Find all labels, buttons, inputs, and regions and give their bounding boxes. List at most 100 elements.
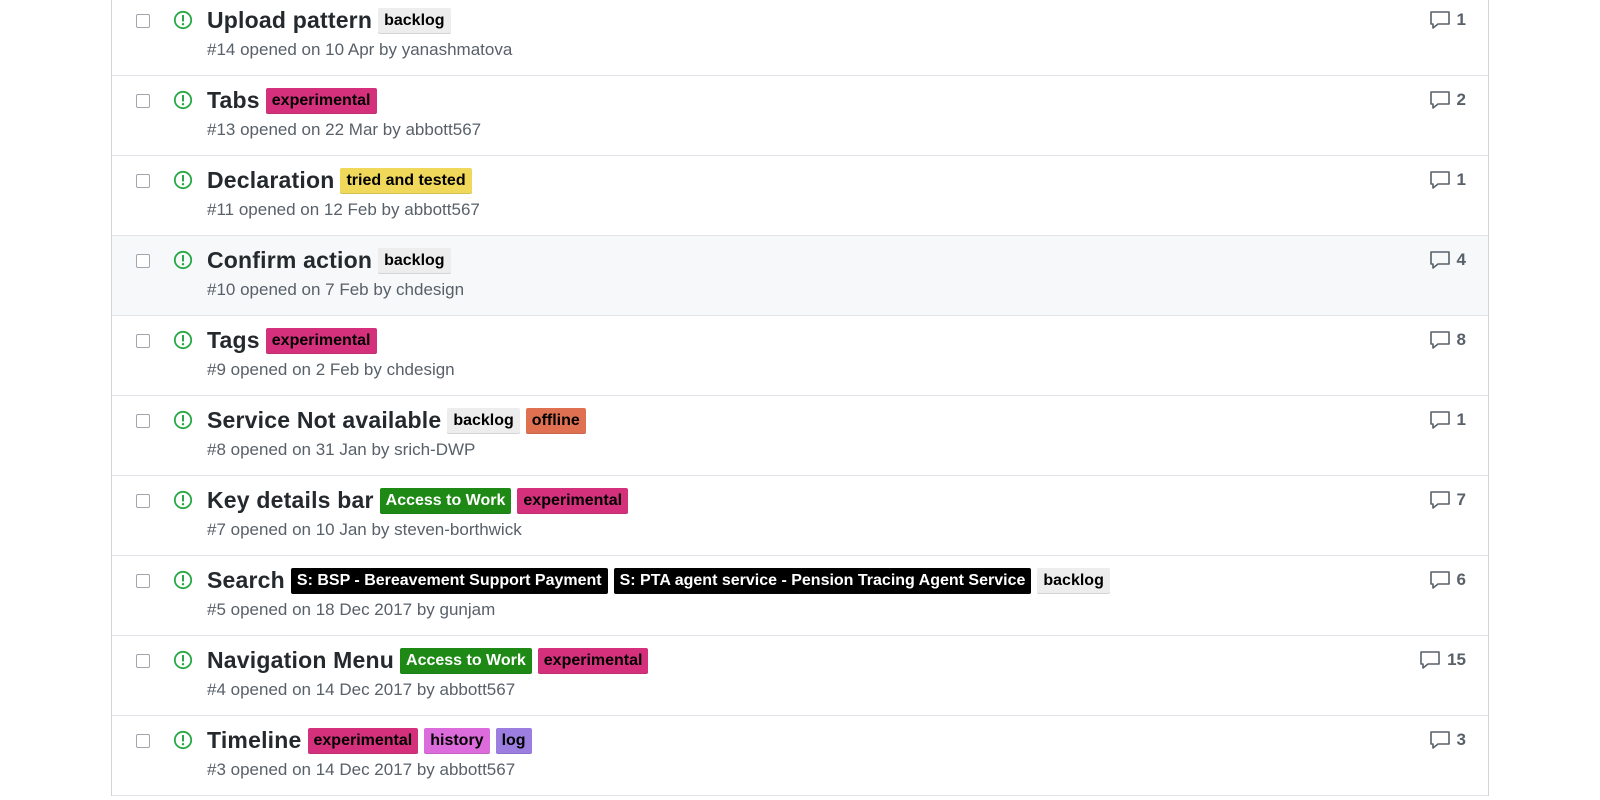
- comments-link[interactable]: 1: [1429, 170, 1466, 190]
- issue-title-link[interactable]: Search: [207, 567, 285, 594]
- issue-opened-icon: [173, 650, 193, 670]
- issue-title-line: Navigation Menu Access to Work experimenta…: [207, 647, 654, 674]
- label-backlog[interactable]: backlog: [378, 7, 451, 34]
- label-backlog[interactable]: backlog: [447, 407, 520, 434]
- issue-title-link[interactable]: Declaration: [207, 167, 334, 194]
- issue-meta: #8 opened on 31 Jan by srich-DWP: [207, 440, 476, 459]
- label-experimental[interactable]: experimental: [537, 647, 649, 674]
- comments-link[interactable]: 6: [1429, 570, 1466, 590]
- comment-icon: [1429, 571, 1450, 589]
- issue-row[interactable]: Declaration tried and tested #11 opened on…: [112, 156, 1488, 236]
- label-tried-and-tested[interactable]: tried and tested: [340, 167, 472, 194]
- issue-title-link[interactable]: Navigation Menu: [207, 647, 394, 674]
- issue-checkbox[interactable]: [136, 334, 150, 348]
- label-backlog[interactable]: backlog: [378, 247, 451, 274]
- issue-title-line: Tabs experimental: [207, 87, 383, 114]
- issue-checkbox[interactable]: [136, 494, 150, 508]
- issue-meta: #10 opened on 7 Feb by chdesign: [207, 280, 465, 299]
- label-offline[interactable]: offline: [525, 407, 586, 434]
- issue-title-link[interactable]: Timeline: [207, 727, 302, 754]
- comments-link[interactable]: 15: [1419, 650, 1466, 670]
- label-s-bsp-bereavement-support-payment[interactable]: S: BSP - Bereavement Support Payment: [290, 567, 608, 594]
- label-experimental[interactable]: experimental: [265, 87, 377, 114]
- comment-count: 7: [1456, 490, 1466, 509]
- issue-meta: #9 opened on 2 Feb by chdesign: [207, 360, 455, 379]
- comment-count: 1: [1456, 10, 1466, 29]
- issue-checkbox[interactable]: [136, 414, 150, 428]
- issue-title-link[interactable]: Service Not available: [207, 407, 441, 434]
- comments-link[interactable]: 8: [1429, 330, 1466, 350]
- comment-icon: [1429, 731, 1450, 749]
- comment-count: 4: [1456, 250, 1466, 269]
- comment-count: 8: [1456, 330, 1466, 349]
- issue-title-line: Key details bar Access to Work experimenta…: [207, 487, 634, 514]
- issue-row[interactable]: Upload pattern backlog #14 opened on 10 Ap…: [112, 0, 1488, 76]
- issue-row[interactable]: Tags experimental #9 opened on 2 Feb by ch…: [112, 316, 1488, 396]
- label-s-pta-agent-service-pension-tracing-agent-service[interactable]: S: PTA agent service - Pension Tracing A…: [613, 567, 1032, 594]
- issue-row[interactable]: Timeline experimental history log #3 opened …: [112, 716, 1488, 796]
- issue-checkbox[interactable]: [136, 94, 150, 108]
- comments-link[interactable]: 7: [1429, 490, 1466, 510]
- issue-opened-icon: [173, 90, 193, 110]
- comment-count: 1: [1456, 410, 1466, 429]
- issue-row[interactable]: Navigation Menu Access to Work experimenta…: [112, 636, 1488, 716]
- issue-row[interactable]: Key details bar Access to Work experimenta…: [112, 476, 1488, 556]
- issue-opened-icon: [173, 570, 193, 590]
- issue-title-link[interactable]: Tabs: [207, 87, 260, 114]
- comment-icon: [1429, 171, 1450, 189]
- issue-title-link[interactable]: Tags: [207, 327, 260, 354]
- issue-checkbox[interactable]: [136, 574, 150, 588]
- issue-title-line: Tags experimental: [207, 327, 383, 354]
- label-access-to-work[interactable]: Access to Work: [400, 647, 532, 674]
- comment-icon: [1429, 91, 1450, 109]
- comments-link[interactable]: 3: [1429, 730, 1466, 750]
- issue-title-line: Confirm action backlog: [207, 247, 457, 274]
- comment-count: 2: [1456, 90, 1466, 109]
- comment-count: 6: [1456, 570, 1466, 589]
- issue-checkbox[interactable]: [136, 654, 150, 668]
- issue-row[interactable]: Tabs experimental #13 opened on 22 Mar by …: [112, 76, 1488, 156]
- label-experimental[interactable]: experimental: [265, 327, 377, 354]
- issue-list: Upload pattern backlog #14 opened on 10 Ap…: [111, 0, 1489, 796]
- issue-opened-icon: [173, 170, 193, 190]
- label-backlog[interactable]: backlog: [1037, 567, 1110, 594]
- issue-meta: #7 opened on 10 Jan by steven-borthwick: [207, 520, 522, 539]
- label-experimental[interactable]: experimental: [517, 487, 629, 514]
- issue-meta: #4 opened on 14 Dec 2017 by abbott567: [207, 680, 516, 699]
- issue-title-line: Timeline experimental history log: [207, 727, 538, 754]
- issue-title-link[interactable]: Key details bar: [207, 487, 374, 514]
- issue-title-line: Search S: BSP - Bereavement Support Payme…: [207, 567, 1116, 594]
- label-history[interactable]: history: [424, 727, 490, 754]
- label-experimental[interactable]: experimental: [307, 727, 419, 754]
- issue-checkbox[interactable]: [136, 14, 150, 28]
- comment-icon: [1429, 11, 1450, 29]
- issue-row[interactable]: Confirm action backlog #10 opened on 7 Feb…: [112, 236, 1488, 316]
- issue-checkbox[interactable]: [136, 734, 150, 748]
- issue-opened-icon: [173, 410, 193, 430]
- issue-title-line: Upload pattern backlog: [207, 7, 457, 34]
- comments-link[interactable]: 2: [1429, 90, 1466, 110]
- issue-opened-icon: [173, 330, 193, 350]
- comment-count: 15: [1447, 650, 1466, 669]
- comment-count: 3: [1456, 730, 1466, 749]
- issue-meta: #5 opened on 18 Dec 2017 by gunjam: [207, 600, 496, 619]
- issue-checkbox[interactable]: [136, 174, 150, 188]
- issue-meta: #13 opened on 22 Mar by abbott567: [207, 120, 482, 139]
- comments-link[interactable]: 1: [1429, 10, 1466, 30]
- issue-opened-icon: [173, 730, 193, 750]
- comment-icon: [1429, 411, 1450, 429]
- issue-checkbox[interactable]: [136, 254, 150, 268]
- issue-meta: #11 opened on 12 Feb by abbott567: [207, 200, 480, 219]
- issue-row[interactable]: Search S: BSP - Bereavement Support Payme…: [112, 556, 1488, 636]
- issue-title-link[interactable]: Upload pattern: [207, 7, 372, 34]
- issue-row[interactable]: Service Not available backlog offline #8 op…: [112, 396, 1488, 476]
- issue-title-link[interactable]: Confirm action: [207, 247, 372, 274]
- comments-link[interactable]: 1: [1429, 410, 1466, 430]
- comment-icon: [1420, 651, 1440, 669]
- label-access-to-work[interactable]: Access to Work: [379, 487, 512, 514]
- comments-link[interactable]: 4: [1429, 250, 1466, 270]
- issue-meta: #14 opened on 10 Apr by yanashmatova: [207, 40, 513, 59]
- issue-title-line: Service Not available backlog offline: [207, 407, 592, 434]
- comment-count: 1: [1456, 170, 1466, 189]
- label-log[interactable]: log: [495, 727, 532, 754]
